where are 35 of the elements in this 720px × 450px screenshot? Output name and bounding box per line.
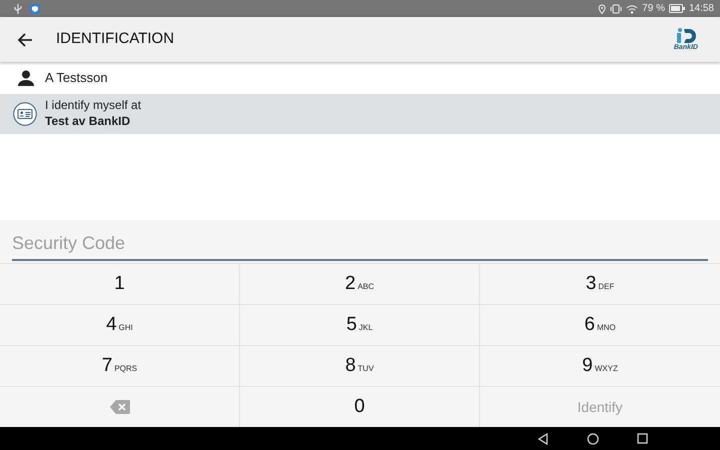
keypad-key[interactable]: 9 WXYZ: [578, 352, 622, 380]
vibrate-icon: [610, 4, 622, 14]
keypad-key[interactable]: 7 PQRS: [98, 352, 142, 380]
keypad-key[interactable]: 4 GHI: [102, 310, 137, 340]
id-card-icon: [13, 102, 37, 126]
battery-icon: [668, 4, 685, 13]
shield-icon: [30, 4, 40, 14]
wifi-icon: [626, 4, 638, 14]
keypad-key[interactable]: 0: [350, 392, 369, 422]
keypad-key[interactable]: 3 DEF: [582, 270, 618, 298]
back-button[interactable]: [17, 32, 33, 48]
keypad-key[interactable]: 5 JKL: [342, 310, 377, 340]
square-recents-icon: [637, 433, 648, 444]
circle-home-icon: [587, 432, 599, 444]
location-icon: [598, 4, 606, 14]
keypad-key[interactable]: 6 MNO: [580, 310, 620, 340]
identify-label: I identify myself at: [45, 98, 142, 114]
usb-icon: [14, 4, 22, 14]
back-arrow-icon: [17, 32, 33, 48]
security-code-field[interactable]: Security Code: [0, 220, 720, 263]
home-nav-button[interactable]: [587, 432, 599, 444]
logo-mark-icon: [674, 28, 697, 44]
triangle-back-icon: [537, 432, 549, 444]
recents-nav-button[interactable]: [637, 433, 648, 444]
clock-time: 14:58: [688, 2, 714, 16]
relying-party-name: Test av BankID: [45, 114, 132, 130]
keypad-key[interactable]: 8 TUV: [341, 352, 378, 380]
battery-level-text: 79 %: [642, 2, 665, 16]
keypad-key[interactable]: 2 ABC: [340, 270, 378, 298]
back-nav-button[interactable]: [537, 432, 549, 444]
person-icon: [18, 70, 34, 86]
user-name: A Testsson: [45, 69, 108, 88]
keypad-key[interactable]: 1: [110, 270, 129, 298]
backspace-icon: [110, 400, 130, 414]
screen-title: IDENTIFICATION: [56, 29, 174, 50]
